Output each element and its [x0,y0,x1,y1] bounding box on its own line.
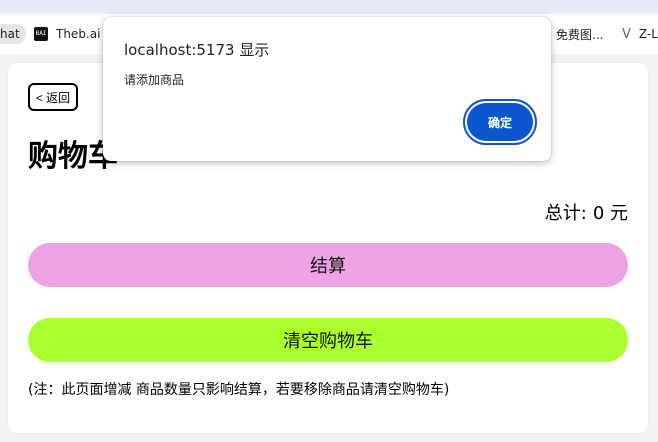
bookmark-chat[interactable]: hat [0,14,26,54]
total-label: 总计: [544,203,587,224]
dialog-message: 请添加商品 [124,73,185,87]
clear-cart-button[interactable]: 清空购物车 [28,318,628,362]
cart-total: 总计: 0 元 [545,199,628,225]
bookmark-label: hat [0,24,26,44]
dialog-title: localhost:5173 显示 [124,41,270,59]
bookmark-label: 免费图... [556,27,604,42]
checkout-button[interactable]: 结算 [28,243,628,287]
dialog-ok-button[interactable]: 确定 [463,99,537,145]
back-button[interactable]: < 返回 [28,83,78,111]
bookmark-label: Theb.ai [56,27,101,41]
alert-dialog: localhost:5173 显示 请添加商品 确定 [103,17,551,161]
bookmark-zl[interactable]: V Z-L [622,14,658,54]
bookmark-label: Z-L [638,27,658,41]
cart-note: (注：此页面增减 商品数量只影响结算，若要移除商品请清空购物车) [28,382,450,398]
bookmark-free-images[interactable]: 免费图... [556,14,603,54]
v-logo-icon: V [622,26,631,42]
total-value: 0 元 [592,203,628,224]
thebai-logo-icon: BAI [34,27,48,41]
bookmark-thebai[interactable]: BAI Theb.ai [34,14,100,54]
browser-top-band [0,0,658,14]
